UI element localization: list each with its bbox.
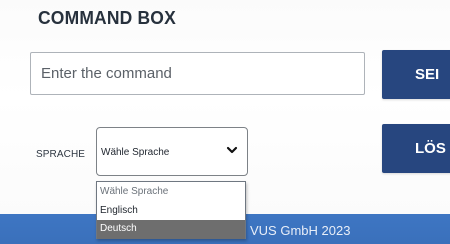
language-label: SPRACHE (36, 149, 86, 160)
language-dropdown-list: Wähle Sprache Englisch Deutsch (96, 181, 246, 239)
command-screen: COMMAND BOX SEI SPRACHE Wähle Sprache LÖ… (0, 0, 450, 244)
send-button[interactable]: SEI (382, 50, 450, 99)
language-option-placeholder[interactable]: Wähle Sprache (97, 183, 245, 201)
language-select-value: Wähle Sprache (101, 147, 170, 158)
language-option-german[interactable]: Deutsch (97, 220, 245, 239)
footer-copyright: VUS GmbH 2023 (250, 223, 351, 238)
command-box-title: COMMAND BOX (38, 8, 176, 28)
language-option-english[interactable]: Englisch (97, 202, 245, 220)
clear-button[interactable]: LÖS (382, 124, 450, 173)
command-input[interactable] (30, 52, 365, 95)
language-select[interactable]: Wähle Sprache (96, 127, 248, 176)
chevron-down-icon (226, 146, 238, 154)
